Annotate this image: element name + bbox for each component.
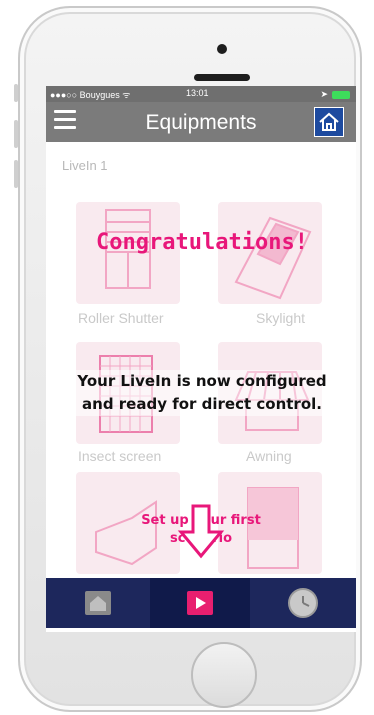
tile-label-roller-shutter: Roller Shutter bbox=[78, 310, 164, 326]
tab-schedule[interactable] bbox=[250, 578, 356, 628]
status-time: 13:01 bbox=[186, 88, 209, 98]
volume-up-button bbox=[14, 120, 18, 148]
home-icon[interactable] bbox=[314, 107, 344, 137]
home-icon bbox=[85, 591, 111, 615]
front-camera bbox=[217, 44, 227, 54]
tab-scenarios[interactable] bbox=[150, 578, 250, 628]
location-icon: ➤ bbox=[320, 89, 328, 99]
congratulations-heading: Congratulations! bbox=[96, 230, 308, 255]
tab-bar bbox=[46, 578, 356, 628]
device-name: LiveIn 1 bbox=[62, 158, 108, 173]
status-bar: ●●●○○ Bouygues ᯤ 13:01 ➤ bbox=[46, 86, 356, 102]
app-screen: ●●●○○ Bouygues ᯤ 13:01 ➤ Equipments Live… bbox=[46, 86, 356, 632]
earpiece-speaker bbox=[194, 74, 250, 81]
battery-icon bbox=[332, 90, 350, 99]
clock-icon bbox=[288, 588, 318, 618]
page-title: Equipments bbox=[145, 111, 257, 134]
mute-switch bbox=[14, 84, 18, 102]
volume-down-button bbox=[14, 160, 18, 188]
carrier-signal: ●●●○○ Bouygues ᯤ bbox=[50, 90, 131, 100]
configured-message: Your LiveIn is now configured and ready … bbox=[76, 370, 328, 416]
phone-home-button[interactable] bbox=[191, 642, 257, 708]
down-arrow-icon bbox=[177, 504, 225, 559]
tab-home[interactable] bbox=[46, 578, 150, 628]
tile-label-insect-screen: Insect screen bbox=[78, 448, 162, 464]
tile-label-awning: Awning bbox=[246, 448, 292, 464]
tile-label-skylight: Skylight bbox=[256, 310, 306, 326]
navigation-bar: Equipments bbox=[46, 102, 356, 142]
play-icon bbox=[187, 591, 213, 615]
